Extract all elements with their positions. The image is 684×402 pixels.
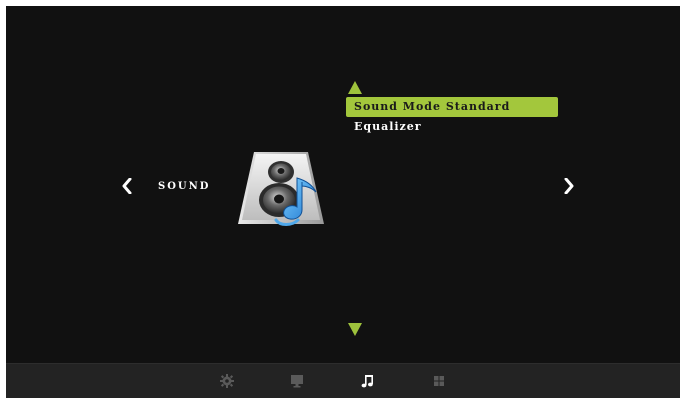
grid-icon[interactable]	[430, 372, 448, 390]
bottom-tab-bar	[6, 363, 680, 398]
menu-item-sound-mode[interactable]: Sound Mode Standard	[346, 97, 558, 117]
triangle-up-icon[interactable]	[348, 81, 362, 94]
chevron-right-icon[interactable]	[564, 177, 574, 195]
chevron-left-icon[interactable]	[122, 177, 132, 195]
gear-icon[interactable]	[218, 372, 236, 390]
speaker-music-icon	[232, 146, 330, 230]
section-title: SOUND	[158, 181, 211, 192]
menu-item-equalizer[interactable]: Equalizer	[346, 117, 558, 137]
triangle-down-icon[interactable]	[348, 323, 362, 336]
music-note-icon[interactable]	[359, 372, 377, 390]
monitor-icon[interactable]	[288, 372, 306, 390]
sound-menu: Sound Mode Standard Equalizer	[346, 97, 558, 137]
tv-screen: Sound Mode Standard Equalizer SOUND	[6, 6, 680, 398]
